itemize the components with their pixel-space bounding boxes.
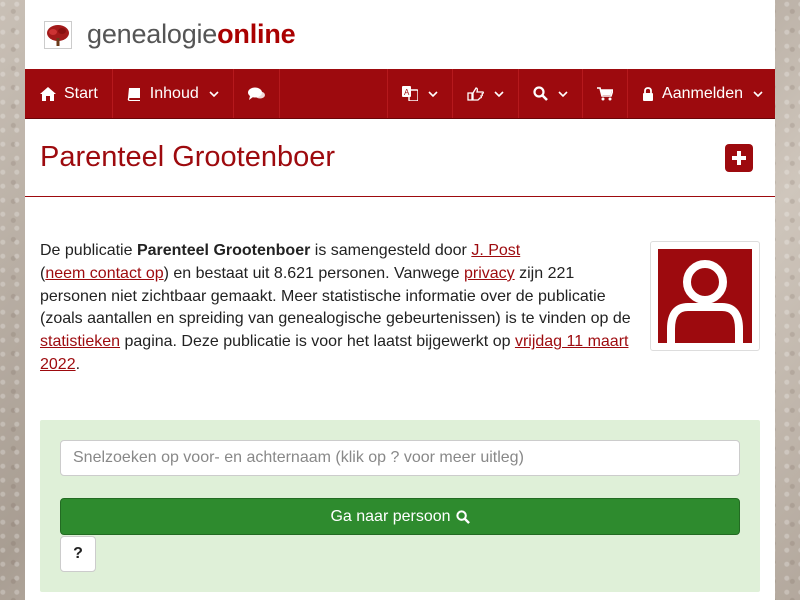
- nav-start-label: Start: [64, 84, 98, 102]
- nav-share[interactable]: [453, 69, 520, 118]
- cart-icon: [597, 86, 614, 100]
- language-icon: A: [402, 86, 419, 101]
- user-avatar-icon: [658, 249, 752, 343]
- intro-text: ) en bestaat uit 8.621 personen. Vanwege: [163, 264, 464, 282]
- nav-language[interactable]: A: [388, 69, 454, 118]
- nav-aanmelden-label: Aanmelden: [662, 84, 743, 102]
- nav-chat[interactable]: [234, 69, 280, 118]
- chevron-down-icon: [753, 90, 763, 97]
- privacy-link[interactable]: privacy: [464, 265, 515, 282]
- search-help-label: ?: [73, 545, 83, 562]
- page-title: Parenteel Grootenboer: [40, 141, 336, 173]
- nav-search[interactable]: [519, 69, 584, 118]
- brand-wordmark[interactable]: genealogieonline: [87, 19, 296, 50]
- book-icon: [127, 87, 140, 101]
- search-icon: [533, 86, 548, 101]
- main-navbar: Start Inhoud A Aanmelden: [25, 69, 775, 119]
- chevron-down-icon: [494, 90, 504, 97]
- avatar: [650, 241, 760, 351]
- contact-link[interactable]: neem contact op: [45, 265, 163, 282]
- title-row: Parenteel Grootenboer: [25, 119, 775, 197]
- brand-part2: online: [217, 19, 296, 49]
- statistics-link[interactable]: statistieken: [40, 333, 120, 350]
- intro-text: .: [75, 355, 81, 373]
- nav-aanmelden[interactable]: Aanmelden: [628, 69, 775, 118]
- nav-inhoud[interactable]: Inhoud: [113, 69, 234, 118]
- main-content: De publicatie Parenteel Grootenboer is s…: [25, 197, 775, 377]
- tree-logo-icon[interactable]: [44, 20, 72, 49]
- lock-icon: [643, 86, 654, 101]
- author-link[interactable]: J. Post: [471, 242, 520, 259]
- comments-icon: [247, 87, 265, 100]
- chevron-down-icon: [558, 90, 568, 97]
- nav-spacer: [280, 69, 389, 118]
- nav-cart[interactable]: [583, 69, 629, 118]
- nav-start[interactable]: Start: [25, 69, 113, 118]
- home-icon: [40, 86, 56, 101]
- intro-text: is samengesteld door: [310, 242, 472, 259]
- intro-text: De publicatie: [40, 242, 137, 259]
- chevron-down-icon: [428, 90, 438, 97]
- svg-text:A: A: [404, 88, 410, 97]
- publication-intro: De publicatie Parenteel Grootenboer is s…: [40, 240, 635, 377]
- publication-name: Parenteel Grootenboer: [136, 242, 311, 259]
- go-to-person-label: Ga naar persoon: [330, 507, 451, 525]
- intro-text: pagina. Deze publicatie is voor het laat…: [120, 333, 515, 351]
- quick-search-panel: Ga naar persoon ?: [40, 420, 760, 592]
- go-to-person-button[interactable]: Ga naar persoon: [60, 498, 740, 535]
- search-help-button[interactable]: ?: [60, 536, 96, 572]
- quick-search-input[interactable]: [60, 440, 740, 476]
- nav-inhoud-label: Inhoud: [149, 84, 199, 102]
- brand-header: genealogieonline: [25, 0, 775, 69]
- search-icon: [455, 509, 470, 524]
- brand-part1: genealogie: [87, 19, 218, 49]
- share-icon: [467, 86, 485, 101]
- plus-square-icon[interactable]: [725, 143, 753, 172]
- page-container: genealogieonline Start Inhoud A Aanmelde…: [25, 0, 775, 600]
- chevron-down-icon: [209, 90, 219, 97]
